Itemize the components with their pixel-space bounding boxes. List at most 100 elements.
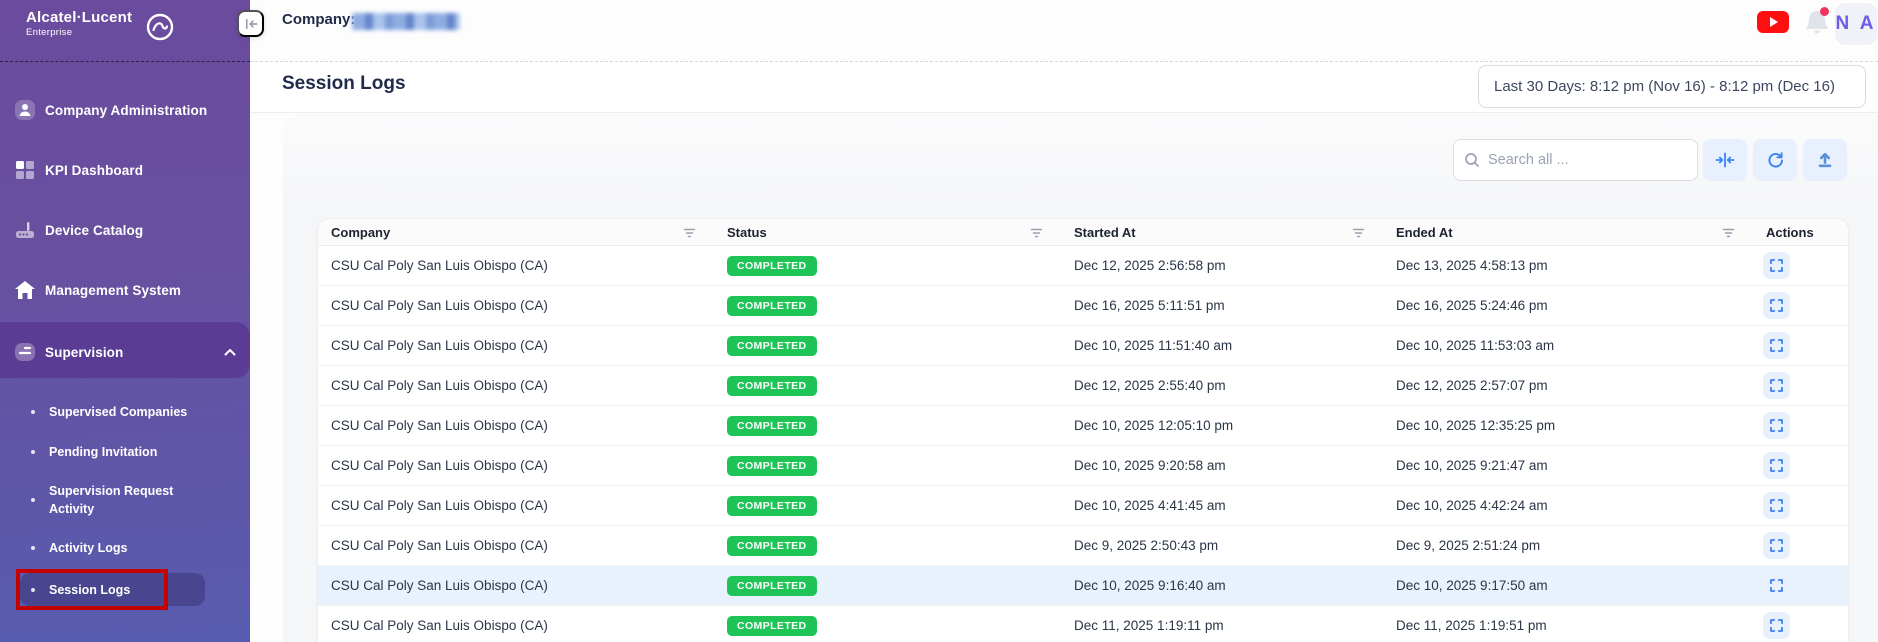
table-row[interactable]: CSU Cal Poly San Luis Obispo (CA) COMPLE… [318, 286, 1848, 326]
search-input[interactable] [1488, 152, 1687, 168]
cell-ended: Dec 10, 2025 9:17:50 am [1396, 578, 1548, 593]
sidebar-item-company-administration[interactable]: Company Administration [0, 90, 250, 130]
sidebar-item-supervision[interactable]: Supervision [0, 332, 250, 372]
table-row[interactable]: CSU Cal Poly San Luis Obispo (CA) COMPLE… [318, 566, 1848, 606]
column-label: Actions [1766, 224, 1814, 240]
expand-row-button[interactable] [1763, 612, 1790, 639]
cell-started: Dec 10, 2025 9:16:40 am [1074, 578, 1226, 593]
bullet-icon [31, 587, 35, 592]
expand-icon [1770, 299, 1783, 312]
avatar-initials: N A [1835, 13, 1877, 34]
table-row[interactable]: CSU Cal Poly San Luis Obispo (CA) COMPLE… [318, 526, 1848, 566]
expand-row-button[interactable] [1763, 292, 1790, 319]
sidebar-subitem-label: Activity Logs [49, 541, 128, 555]
supervision-badge-icon [13, 340, 37, 364]
export-button[interactable] [1803, 139, 1847, 181]
cell-actions [1753, 486, 1848, 525]
cell-status: COMPLETED [714, 326, 1061, 365]
status-badge: COMPLETED [727, 615, 817, 636]
expand-row-button[interactable] [1763, 492, 1790, 519]
column-header-status: Status [714, 219, 1061, 245]
cell-status: COMPLETED [714, 606, 1061, 642]
sidebar-collapse-button[interactable] [237, 10, 264, 37]
status-badge: COMPLETED [727, 455, 817, 476]
filter-icon[interactable] [1722, 226, 1735, 239]
cell-ended: Dec 10, 2025 12:35:25 pm [1396, 418, 1556, 433]
table-body: CSU Cal Poly San Luis Obispo (CA) COMPLE… [318, 246, 1848, 642]
sidebar-item-management-system[interactable]: Management System [0, 270, 250, 310]
expand-row-button[interactable] [1763, 452, 1790, 479]
upload-icon [1816, 151, 1834, 169]
cell-status: COMPLETED [714, 246, 1061, 285]
cell-actions [1753, 326, 1848, 365]
sidebar-item-kpi-dashboard[interactable]: KPI Dashboard [0, 150, 250, 190]
cell-status: COMPLETED [714, 526, 1061, 565]
chevron-up-icon [224, 332, 236, 372]
table-row[interactable]: CSU Cal Poly San Luis Obispo (CA) COMPLE… [318, 326, 1848, 366]
column-label: Started At [1074, 224, 1136, 240]
cell-company: CSU Cal Poly San Luis Obispo (CA) [331, 498, 548, 513]
sidebar-item-supervised-companies[interactable]: Supervised Companies [0, 392, 250, 432]
notifications-bell-icon[interactable] [1802, 6, 1832, 38]
cell-ended: Dec 16, 2025 5:24:46 pm [1396, 298, 1548, 313]
page-title: Session Logs [282, 73, 406, 94]
collapse-columns-button[interactable] [1703, 139, 1747, 181]
brand-swoosh-icon [146, 13, 174, 41]
home-icon [13, 278, 37, 302]
table-row[interactable]: CSU Cal Poly San Luis Obispo (CA) COMPLE… [318, 246, 1848, 286]
expand-row-button[interactable] [1763, 372, 1790, 399]
table-row[interactable]: CSU Cal Poly San Luis Obispo (CA) COMPLE… [318, 446, 1848, 486]
table-header-row: Company Status Started At Ended At Actio… [318, 219, 1848, 246]
cell-ended: Dec 11, 2025 1:19:51 pm [1396, 618, 1547, 633]
sidebar-item-label: Device Catalog [45, 222, 144, 238]
cell-started: Dec 10, 2025 11:51:40 am [1074, 338, 1233, 353]
expand-icon [1770, 339, 1783, 352]
cell-ended: Dec 10, 2025 9:21:47 am [1396, 458, 1548, 473]
expand-icon [1770, 459, 1783, 472]
refresh-button[interactable] [1753, 139, 1797, 181]
filter-icon[interactable] [683, 226, 696, 239]
sidebar-item-label: KPI Dashboard [45, 162, 144, 178]
column-header-company: Company [318, 219, 714, 245]
refresh-icon [1766, 151, 1785, 170]
cell-company: CSU Cal Poly San Luis Obispo (CA) [331, 418, 548, 433]
cell-status: COMPLETED [714, 286, 1061, 325]
cell-started: Dec 12, 2025 2:56:58 pm [1074, 258, 1226, 273]
sidebar-item-device-catalog[interactable]: Device Catalog [0, 210, 250, 250]
expand-row-button[interactable] [1763, 332, 1790, 359]
cell-started: Dec 12, 2025 2:55:40 pm [1074, 378, 1226, 393]
column-label: Company [331, 224, 391, 240]
cell-status: COMPLETED [714, 446, 1061, 485]
cell-company: CSU Cal Poly San Luis Obispo (CA) [331, 618, 548, 633]
bullet-icon [31, 546, 35, 550]
date-range-selector[interactable]: Last 30 Days: 8:12 pm (Nov 16) - 8:12 pm… [1478, 65, 1866, 108]
expand-row-button[interactable] [1763, 412, 1790, 439]
table-row[interactable]: CSU Cal Poly San Luis Obispo (CA) COMPLE… [318, 406, 1848, 446]
sidebar-item-session-logs[interactable]: Session Logs [0, 573, 250, 606]
sidebar-item-activity-logs[interactable]: Activity Logs [0, 528, 250, 568]
sidebar-item-label: Management System [45, 282, 181, 298]
cell-actions [1753, 246, 1848, 285]
cell-actions [1753, 406, 1848, 445]
filter-icon[interactable] [1030, 226, 1043, 239]
expand-row-button[interactable] [1763, 572, 1790, 599]
table-row[interactable]: CSU Cal Poly San Luis Obispo (CA) COMPLE… [318, 486, 1848, 526]
status-badge: COMPLETED [727, 575, 817, 596]
brand-logo: Alcatel·Lucent Enterprise [26, 9, 174, 41]
expand-row-button[interactable] [1763, 252, 1790, 279]
table-row[interactable]: CSU Cal Poly San Luis Obispo (CA) COMPLE… [318, 366, 1848, 406]
brand-name: Alcatel·Lucent [26, 9, 133, 26]
cell-started: Dec 10, 2025 4:41:45 am [1074, 498, 1226, 513]
table-row[interactable]: CSU Cal Poly San Luis Obispo (CA) COMPLE… [318, 606, 1848, 642]
grid-icon [13, 158, 37, 182]
cell-actions [1753, 606, 1848, 642]
collapse-columns-icon [1715, 151, 1735, 169]
filter-icon[interactable] [1352, 226, 1365, 239]
youtube-icon[interactable] [1757, 11, 1789, 33]
cell-company: CSU Cal Poly San Luis Obispo (CA) [331, 338, 548, 353]
expand-row-button[interactable] [1763, 532, 1790, 559]
sidebar-item-supervision-request-activity[interactable]: Supervision Request Activity [0, 477, 250, 523]
user-avatar[interactable]: N A [1835, 3, 1877, 45]
sidebar-item-pending-invitation[interactable]: Pending Invitation [0, 432, 250, 472]
cell-started: Dec 10, 2025 9:20:58 am [1074, 458, 1226, 473]
